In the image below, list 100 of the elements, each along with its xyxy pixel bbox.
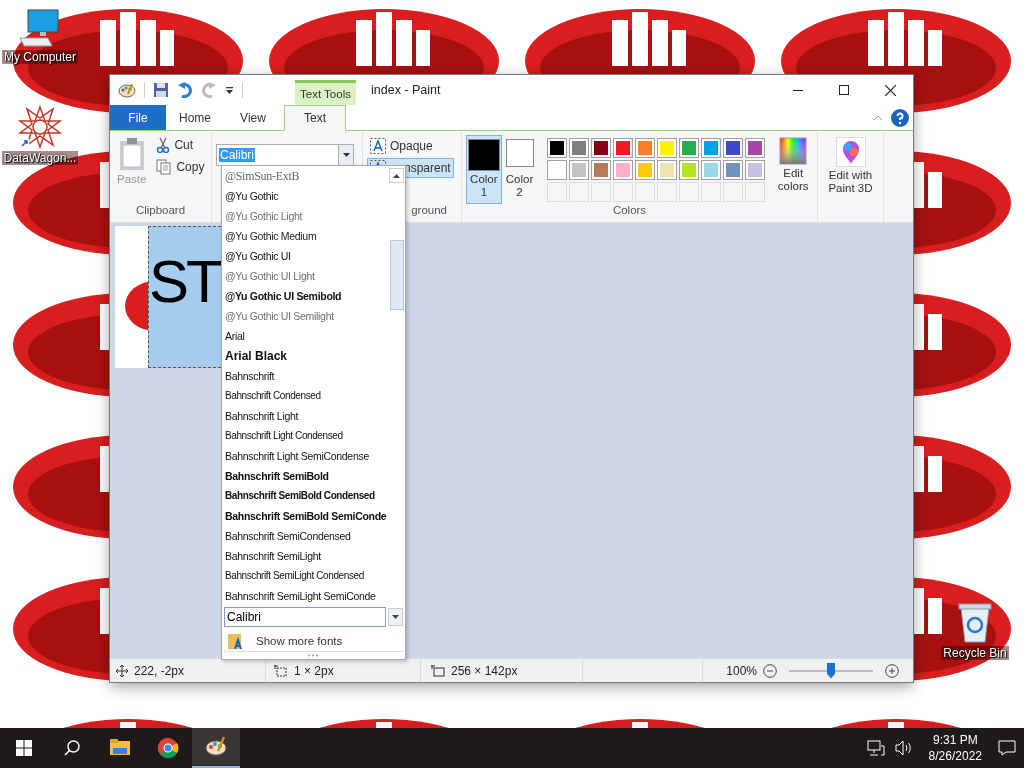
color-select-button[interactable]: Color 2 xyxy=(501,135,538,204)
file-menu-tab[interactable]: File xyxy=(110,105,166,130)
font-list-item[interactable]: Bahnschrift Light Condensed xyxy=(225,426,388,446)
font-list-item[interactable]: Bahnschrift SemiBold xyxy=(225,466,388,486)
dropdown-button[interactable] xyxy=(388,608,403,626)
font-list-item[interactable]: Arial Black xyxy=(225,346,388,366)
recycle-bin-icon xyxy=(955,600,995,644)
undo-icon[interactable] xyxy=(177,82,193,98)
ribbon-tab[interactable]: Text xyxy=(284,105,346,131)
volume-icon[interactable] xyxy=(894,740,913,756)
color-swatch[interactable] xyxy=(591,160,612,180)
font-list-item[interactable]: Bahnschrift SemiLight SemiConde xyxy=(225,586,388,606)
customize-dropdown-icon[interactable] xyxy=(225,85,234,95)
resize-grip-icon[interactable] xyxy=(306,654,321,657)
color-swatch[interactable] xyxy=(745,160,766,180)
font-list-item[interactable]: @Yu Gothic xyxy=(225,186,388,206)
group-label: ground xyxy=(410,204,448,218)
slider-thumb[interactable] xyxy=(827,662,835,679)
scroll-up-button[interactable] xyxy=(389,168,404,183)
font-list-item[interactable]: Bahnschrift SemiCondensed xyxy=(225,526,388,546)
notification-icon[interactable] xyxy=(998,740,1016,756)
font-list-item[interactable]: Bahnschrift Light xyxy=(225,406,388,426)
font-list-item[interactable]: @Yu Gothic UI xyxy=(225,246,388,266)
font-search-field[interactable]: Calibri xyxy=(224,607,386,627)
zoom-in-icon[interactable] xyxy=(885,663,899,678)
color-swatch[interactable] xyxy=(701,138,722,158)
text-selection-box[interactable] xyxy=(148,226,221,368)
color-swatch[interactable] xyxy=(569,160,590,180)
font-list-item[interactable]: Bahnschrift SemiBold SemiConde xyxy=(225,506,388,526)
color-swatch[interactable] xyxy=(679,138,700,158)
selection-size: 1 × 2px xyxy=(294,663,334,678)
color-swatch[interactable] xyxy=(547,138,568,158)
color-swatch[interactable] xyxy=(701,160,722,180)
color-swatch[interactable] xyxy=(635,138,656,158)
color-swatch[interactable] xyxy=(745,138,766,158)
window-title: index - Paint xyxy=(371,82,441,99)
save-icon[interactable] xyxy=(153,82,169,98)
ribbon-tab[interactable]: Home xyxy=(166,105,224,130)
font-list-item[interactable]: @Yu Gothic UI Semilight xyxy=(225,306,388,326)
font-list-item[interactable]: Bahnschrift Condensed xyxy=(225,386,388,406)
copy-button[interactable]: Copy xyxy=(153,157,208,177)
collapse-ribbon-icon[interactable] xyxy=(873,114,883,121)
font-list-item[interactable]: Bahnschrift SemiLight Condensed xyxy=(225,566,388,586)
edit-colors-button[interactable]: Edit colors xyxy=(773,135,813,204)
windows-logo-icon xyxy=(16,740,32,756)
zoom-out-icon[interactable] xyxy=(763,663,777,678)
color-swatch[interactable] xyxy=(657,138,678,158)
taskbar-app-button[interactable] xyxy=(192,728,240,768)
color-spectrum-icon xyxy=(779,137,808,165)
search-icon xyxy=(64,740,80,756)
star-emblem-icon xyxy=(18,105,62,149)
paint-palette-icon[interactable] xyxy=(118,82,136,98)
color-swatch[interactable] xyxy=(591,138,612,158)
paint-3d-button[interactable]: Edit with Paint 3D xyxy=(822,135,879,204)
color-swatch[interactable] xyxy=(613,160,634,180)
redo-icon[interactable] xyxy=(201,82,217,98)
image-size: 256 × 142px xyxy=(451,663,518,678)
copy-icon xyxy=(156,159,173,175)
color-swatch[interactable] xyxy=(569,138,590,158)
font-list-item[interactable]: Bahnschrift xyxy=(225,366,388,386)
computer-icon xyxy=(18,8,62,48)
opaque-text-icon xyxy=(370,138,386,154)
close-icon xyxy=(884,84,896,96)
browser-icon xyxy=(157,737,179,759)
group-label: Clipboard xyxy=(134,204,187,218)
font-list-item[interactable]: Bahnschrift SemiBold Condensed xyxy=(225,486,388,506)
help-icon[interactable] xyxy=(891,108,909,127)
font-list-item[interactable]: @Yu Gothic UI Light xyxy=(225,266,388,286)
ribbon-tab[interactable]: View xyxy=(224,105,282,130)
color-swatch[interactable] xyxy=(723,138,744,158)
color-swatch[interactable] xyxy=(723,160,744,180)
canvas-text: ST xyxy=(149,252,220,312)
taskbar-clock[interactable]: 9:31 PM 8/26/2022 xyxy=(922,732,988,764)
paint-drop-icon xyxy=(835,137,866,167)
color-swatch[interactable] xyxy=(547,160,568,180)
zoom-level: 100% xyxy=(726,663,757,678)
dropdown-arrow-icon xyxy=(342,153,350,157)
cut-button[interactable]: Cut xyxy=(153,135,208,155)
font-list-item[interactable]: Arial xyxy=(225,326,388,346)
font-list-item[interactable]: @Yu Gothic Medium xyxy=(225,226,388,246)
network-icon[interactable] xyxy=(866,740,885,756)
color-swatch[interactable] xyxy=(657,160,678,180)
group-label: Colors xyxy=(611,204,648,218)
move-cursor-icon xyxy=(116,664,128,677)
font-folder-icon xyxy=(228,631,244,650)
color-swatch[interactable] xyxy=(635,160,656,180)
color-swatch[interactable] xyxy=(613,138,634,158)
scrollbar-thumb[interactable] xyxy=(389,240,404,310)
font-list-item[interactable]: Bahnschrift Light SemiCondense xyxy=(225,446,388,466)
paint-palette-icon xyxy=(205,736,227,758)
font-list-item[interactable]: @Yu Gothic Light xyxy=(225,206,388,226)
clipboard-icon xyxy=(117,137,146,171)
color-swatch[interactable] xyxy=(679,160,700,180)
background-mode-button[interactable]: Opaque xyxy=(367,136,454,156)
scissors-icon xyxy=(156,137,171,153)
font-list-item[interactable]: Bahnschrift SemiLight xyxy=(225,546,388,566)
up-arrow-icon xyxy=(393,173,400,178)
font-list-item[interactable]: @Yu Gothic UI Semibold xyxy=(225,286,388,306)
context-tab-header: Text Tools xyxy=(295,80,356,105)
color-select-button[interactable]: Color 1 xyxy=(466,135,502,204)
